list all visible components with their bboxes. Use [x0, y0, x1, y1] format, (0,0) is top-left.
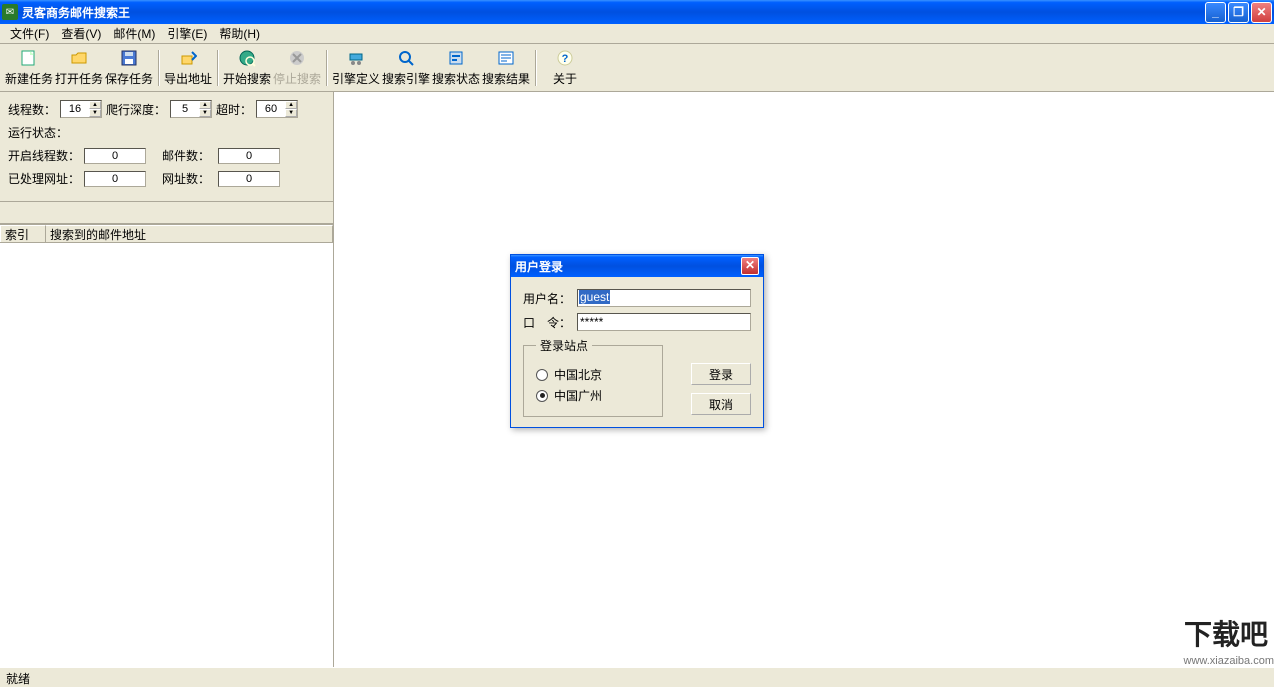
restore-button[interactable]: ❐: [1228, 2, 1249, 23]
menu-mail[interactable]: 邮件(M): [107, 23, 161, 44]
status-label: 运行状态：: [8, 124, 68, 141]
stop-search-button[interactable]: 停止搜索: [272, 46, 322, 90]
toolbar: 新建任务 打开任务 保存任务 导出地址 开始搜索 停止搜索 引擎定义 搜索引擎 …: [0, 44, 1274, 92]
result-list: 索引 搜索到的邮件地址: [0, 224, 333, 667]
menu-file[interactable]: 文件(F): [4, 23, 55, 44]
threads-input[interactable]: [61, 101, 89, 117]
list-header: 索引 搜索到的邮件地址: [0, 225, 333, 243]
toolbar-separator: [326, 50, 327, 86]
minimize-button[interactable]: _: [1205, 2, 1226, 23]
spin-down[interactable]: ▼: [89, 109, 101, 117]
site-legend: 登录站点: [536, 337, 592, 354]
new-task-icon: [19, 48, 39, 68]
start-search-button[interactable]: 开始搜索: [222, 46, 272, 90]
titlebar: ✉ 灵客商务邮件搜索王 _ ❐ ✕: [0, 0, 1274, 24]
dialog-titlebar[interactable]: 用户登录 ✕: [511, 255, 763, 277]
url-count-label: 网址数：: [162, 170, 214, 187]
dialog-title-text: 用户登录: [515, 258, 741, 275]
spin-down[interactable]: ▼: [199, 109, 211, 117]
toolbar-separator: [535, 50, 536, 86]
radio-beijing[interactable]: 中国北京: [536, 366, 650, 383]
processed-label: 已处理网址：: [8, 170, 80, 187]
depth-input[interactable]: [171, 101, 199, 117]
menu-view[interactable]: 查看(V): [55, 23, 107, 44]
radio-icon: [536, 390, 548, 402]
spin-up[interactable]: ▲: [199, 101, 211, 109]
dialog-close-button[interactable]: ✕: [741, 257, 759, 275]
search-result-button[interactable]: 搜索结果: [481, 46, 531, 90]
password-label: 口 令：: [523, 314, 577, 331]
mail-count-label: 邮件数：: [162, 147, 214, 164]
menu-engine[interactable]: 引擎(E): [161, 23, 213, 44]
cancel-button[interactable]: 取消: [691, 393, 751, 415]
col-index[interactable]: 索引: [0, 225, 46, 242]
right-panel: [334, 92, 1274, 667]
spin-up[interactable]: ▲: [285, 101, 297, 109]
toolbar-separator: [217, 50, 218, 86]
login-button[interactable]: 登录: [691, 363, 751, 385]
timeout-input[interactable]: [257, 101, 285, 117]
open-task-button[interactable]: 打开任务: [54, 46, 104, 90]
timeout-spinner[interactable]: ▲▼: [256, 100, 298, 118]
radio-icon: [536, 369, 548, 381]
threads-spinner[interactable]: ▲▼: [60, 100, 102, 118]
radio-guangzhou[interactable]: 中国广州: [536, 387, 650, 404]
statusbar: 就绪: [0, 667, 1274, 687]
menubar: 文件(F) 查看(V) 邮件(M) 引擎(E) 帮助(H): [0, 24, 1274, 44]
open-threads-value: 0: [84, 148, 146, 164]
search-engine-icon: [396, 48, 416, 68]
mail-count-value: 0: [218, 148, 280, 164]
username-label: 用户名：: [523, 290, 577, 307]
app-icon: ✉: [2, 4, 18, 20]
search-status-button[interactable]: 搜索状态: [431, 46, 481, 90]
svg-text:?: ?: [562, 53, 569, 65]
username-selected-text: guest: [579, 290, 610, 304]
help-icon: ?: [555, 48, 575, 68]
processed-value: 0: [84, 171, 146, 187]
depth-label: 爬行深度：: [106, 101, 166, 118]
open-threads-label: 开启线程数：: [8, 147, 80, 164]
globe-search-icon: [237, 48, 257, 68]
search-status-icon: [446, 48, 466, 68]
depth-spinner[interactable]: ▲▼: [170, 100, 212, 118]
col-addr[interactable]: 搜索到的邮件地址: [46, 225, 333, 242]
timeout-label: 超时：: [216, 101, 252, 118]
login-site-group: 登录站点 中国北京 中国广州: [523, 337, 663, 417]
search-engine-button[interactable]: 搜索引擎: [381, 46, 431, 90]
spin-up[interactable]: ▲: [89, 101, 101, 109]
params-panel: 线程数： ▲▼ 爬行深度： ▲▼ 超时： ▲▼ 运行状态： 开启线程数：: [0, 92, 333, 202]
app-title: 灵客商务邮件搜索王: [22, 4, 1205, 21]
password-input[interactable]: [577, 313, 751, 331]
about-button[interactable]: ? 关于: [540, 46, 590, 90]
spin-down[interactable]: ▼: [285, 109, 297, 117]
save-task-icon: [119, 48, 139, 68]
menu-help[interactable]: 帮助(H): [213, 23, 266, 44]
export-icon: [178, 48, 198, 68]
new-task-button[interactable]: 新建任务: [4, 46, 54, 90]
open-task-icon: [69, 48, 89, 68]
stop-icon: [287, 48, 307, 68]
threads-label: 线程数：: [8, 101, 56, 118]
login-dialog: 用户登录 ✕ 用户名： guest 口 令： 登录站点 中国北京 中国广州 登录…: [510, 254, 764, 428]
toolbar-separator: [158, 50, 159, 86]
engine-def-button[interactable]: 引擎定义: [331, 46, 381, 90]
close-button[interactable]: ✕: [1251, 2, 1272, 23]
engine-def-icon: [346, 48, 366, 68]
url-count-value: 0: [218, 171, 280, 187]
export-addr-button[interactable]: 导出地址: [163, 46, 213, 90]
search-result-icon: [496, 48, 516, 68]
left-panel: 线程数： ▲▼ 爬行深度： ▲▼ 超时： ▲▼ 运行状态： 开启线程数：: [0, 92, 334, 667]
watermark: 下载吧 www.xiazaiba.com: [1178, 611, 1274, 667]
save-task-button[interactable]: 保存任务: [104, 46, 154, 90]
status-text: 就绪: [6, 672, 30, 686]
